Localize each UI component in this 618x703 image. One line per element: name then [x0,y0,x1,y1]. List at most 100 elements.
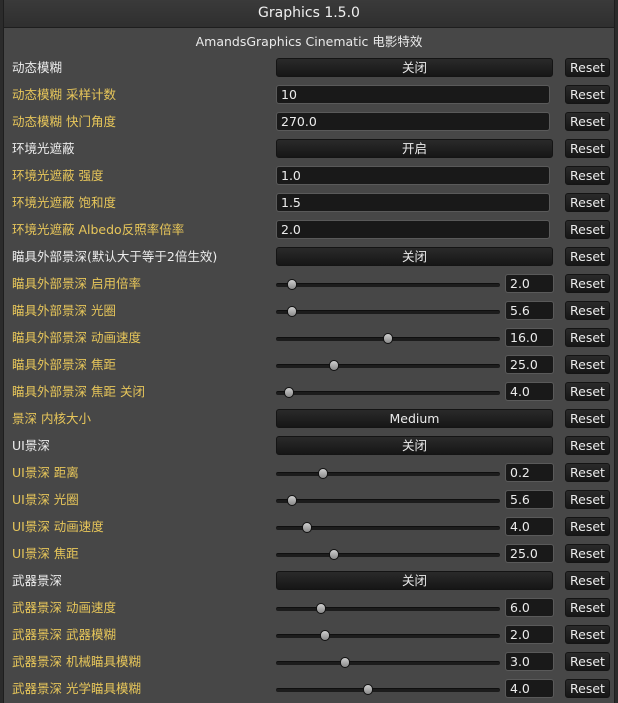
slider-thumb[interactable] [362,684,373,695]
reset-button[interactable]: Reset [565,382,610,401]
slider-track[interactable] [276,495,500,506]
reset-button[interactable]: Reset [565,571,610,590]
slider-track[interactable] [276,657,500,668]
reset-button[interactable]: Reset [565,274,610,293]
setting-row: 瞄具外部景深 焦距 25.0 Reset [4,352,614,379]
slider-value-input[interactable]: 3.0 [505,652,554,671]
slider-thumb[interactable] [318,468,329,479]
reset-button[interactable]: Reset [565,544,610,563]
graphics-config-panel: Graphics 1.5.0 AmandsGraphics Cinematic … [3,0,615,703]
setting-row: 环境光遮蔽 饱和度 1.5 Reset [4,190,614,217]
slider-value-input[interactable]: 5.6 [505,301,554,320]
toggle-button[interactable]: 关闭 [276,247,553,266]
slider-value-input[interactable]: 25.0 [505,544,554,563]
slider-value-input[interactable]: 2.0 [505,625,554,644]
reset-button[interactable]: Reset [565,463,610,482]
setting-label: 瞄具外部景深 光圈 [12,303,116,318]
dropdown-select[interactable]: Medium [276,409,553,428]
slider-thumb[interactable] [320,630,331,641]
window-title: Graphics 1.5.0 [4,0,614,28]
reset-button[interactable]: Reset [565,220,610,239]
reset-button[interactable]: Reset [565,409,610,428]
reset-button[interactable]: Reset [565,193,610,212]
setting-label: UI景深 光圈 [12,492,79,507]
reset-button[interactable]: Reset [565,112,610,131]
slider-value-input[interactable]: 16.0 [505,328,554,347]
value-input[interactable]: 2.0 [276,220,550,239]
setting-row: 武器景深 光学瞄具模糊 4.0 Reset [4,676,614,703]
reset-button[interactable]: Reset [565,652,610,671]
setting-label: 瞄具外部景深 焦距 关闭 [12,384,145,399]
slider-thumb[interactable] [383,333,393,344]
reset-button[interactable]: Reset [565,58,610,77]
slider-track[interactable] [276,522,500,533]
setting-label: 环境光遮蔽 饱和度 [12,195,116,210]
toggle-button[interactable]: 开启 [276,139,553,158]
setting-label: UI景深 动画速度 [12,519,104,534]
slider-track[interactable] [276,468,500,479]
reset-button[interactable]: Reset [565,625,610,644]
slider-thumb[interactable] [302,522,313,533]
toggle-button[interactable]: 关闭 [276,571,553,590]
setting-label: 武器景深 动画速度 [12,600,116,615]
toggle-button[interactable]: 关闭 [276,436,553,455]
slider-track[interactable] [276,306,500,317]
reset-button[interactable]: Reset [565,490,610,509]
slider-thumb[interactable] [286,279,297,290]
slider-thumb[interactable] [286,306,297,317]
reset-button[interactable]: Reset [565,139,610,158]
reset-button[interactable]: Reset [565,328,610,347]
reset-button[interactable]: Reset [565,247,610,266]
setting-label: 瞄具外部景深 启用倍率 [12,276,141,291]
slider-value-input[interactable]: 4.0 [505,382,554,401]
setting-label: 武器景深 武器模糊 [12,627,116,642]
slider-track[interactable] [276,387,500,398]
reset-button[interactable]: Reset [565,598,610,617]
setting-label: 景深 内核大小 [12,411,91,426]
slider-value-input[interactable]: 4.0 [505,679,554,698]
setting-row: UI景深 动画速度 4.0 Reset [4,514,614,541]
toggle-button[interactable]: 关闭 [276,58,553,77]
reset-button[interactable]: Reset [565,679,610,698]
setting-label: 瞄具外部景深 焦距 [12,357,116,372]
reset-button[interactable]: Reset [565,436,610,455]
value-input[interactable]: 10 [276,85,550,104]
value-input[interactable]: 270.0 [276,112,550,131]
slider-value-input[interactable]: 5.6 [505,490,554,509]
slider-track[interactable] [276,603,500,614]
setting-row: 武器景深 机械瞄具模糊 3.0 Reset [4,649,614,676]
setting-row: 瞄具外部景深 动画速度 16.0 Reset [4,325,614,352]
reset-button[interactable]: Reset [565,166,610,185]
slider-track[interactable] [276,549,500,560]
reset-button[interactable]: Reset [565,355,610,374]
slider-track[interactable] [276,333,500,344]
slider-thumb[interactable] [329,549,340,560]
setting-row: 瞄具外部景深 焦距 关闭 4.0 Reset [4,379,614,406]
slider-value-input[interactable]: 6.0 [505,598,554,617]
setting-label: UI景深 焦距 [12,546,79,561]
setting-row: 动态模糊 采样计数 10 Reset [4,82,614,109]
slider-thumb[interactable] [315,603,326,614]
slider-thumb[interactable] [329,360,340,371]
slider-track[interactable] [276,630,500,641]
slider-value-input[interactable]: 2.0 [505,274,554,293]
setting-label: 瞄具外部景深 动画速度 [12,330,141,345]
slider-thumb[interactable] [286,495,297,506]
slider-value-input[interactable]: 25.0 [505,355,554,374]
setting-label: UI景深 距离 [12,465,79,480]
setting-label: 环境光遮蔽 Albedo反照率倍率 [12,222,185,237]
slider-track[interactable] [276,279,500,290]
slider-value-input[interactable]: 4.0 [505,517,554,536]
reset-button[interactable]: Reset [565,517,610,536]
value-input[interactable]: 1.0 [276,166,550,185]
slider-track[interactable] [276,360,500,371]
setting-row: 动态模糊 关闭 Reset [4,55,614,82]
slider-thumb[interactable] [284,387,295,398]
value-input[interactable]: 1.5 [276,193,550,212]
slider-track[interactable] [276,684,500,695]
reset-button[interactable]: Reset [565,301,610,320]
slider-thumb[interactable] [340,657,351,668]
setting-row: UI景深 焦距 25.0 Reset [4,541,614,568]
reset-button[interactable]: Reset [565,85,610,104]
slider-value-input[interactable]: 0.2 [505,463,554,482]
